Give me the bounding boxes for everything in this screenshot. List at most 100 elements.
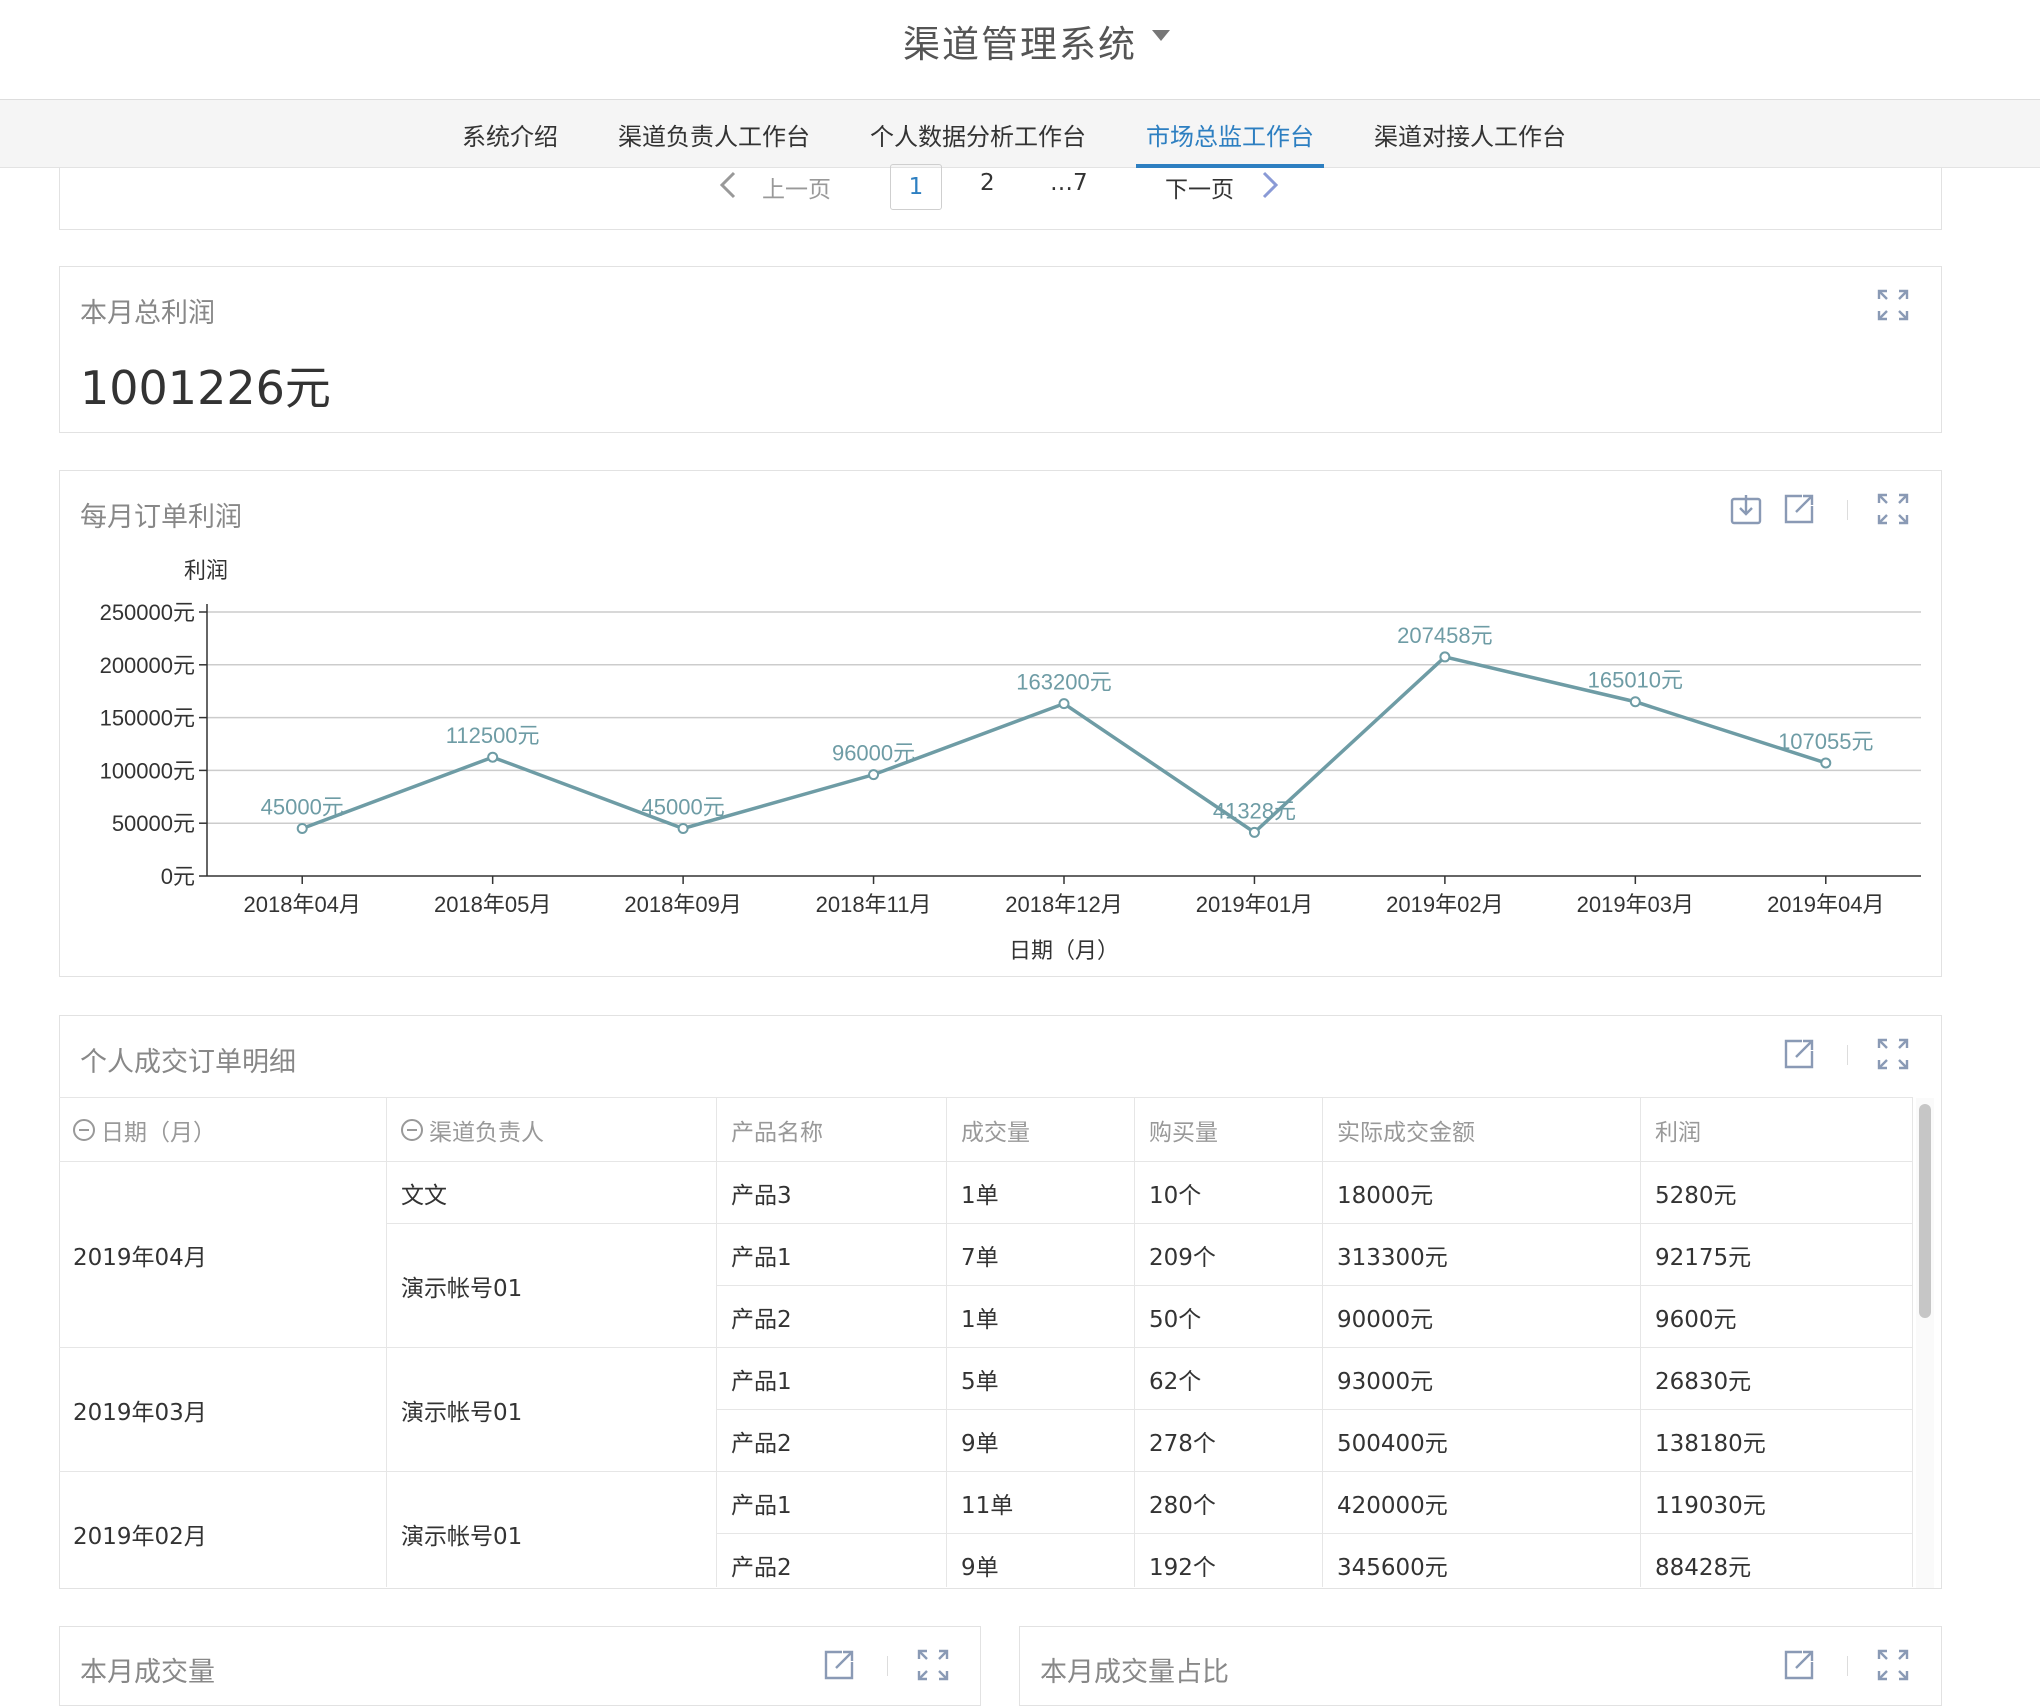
x-tick-label: 2018年05月 [434,892,551,917]
collapse-icon[interactable] [401,1118,423,1141]
prev-page-button[interactable]: 上一页 [762,170,831,204]
x-tick-label: 2018年04月 [244,892,361,917]
tab-channel-owner[interactable]: 渠道负责人工作台 [618,100,810,168]
pagination-card [59,168,1942,230]
tab-personal-analysis[interactable]: 个人数据分析工作台 [870,100,1086,168]
table-cell: 119030元 [1641,1472,1913,1534]
table-header-cell[interactable]: 日期（月） [59,1098,387,1162]
nav-bar: 系统介绍 渠道负责人工作台 个人数据分析工作台 市场总监工作台 渠道对接人工作台 [0,100,2040,168]
monthly-share-title: 本月成交量占比 [1040,1657,1229,1688]
collapse-icon[interactable] [73,1118,95,1141]
table-owner-cell: 演示帐号01 [387,1224,717,1348]
table-cell: 313300元 [1323,1224,1641,1286]
open-external-icon[interactable] [822,1648,856,1682]
tab-channel-contact[interactable]: 渠道对接人工作台 [1374,100,1566,168]
table-header-cell[interactable]: 渠道负责人 [387,1098,717,1162]
cell-value: 88428元 [1655,1554,1752,1581]
cell-value: 93000元 [1337,1368,1434,1395]
data-label: 163200元 [1016,670,1111,695]
cell-value: 产品2 [731,1554,792,1581]
table-cell: 62个 [1135,1348,1323,1410]
date-value: 2019年03月 [73,1399,207,1426]
y-tick-label: 0元 [161,864,195,889]
caret-down-icon[interactable] [1152,30,1170,41]
page-ellipsis-button[interactable]: …7 [1050,170,1088,196]
table-header-cell: 产品名称 [717,1098,947,1162]
table-cell: 26830元 [1641,1348,1913,1410]
profit-card-title: 本月总利润 [80,298,215,329]
order-detail-table: 日期（月） 渠道负责人 产品名称 成交量 购买量 实际成交金额 利润 2019年04月 文文 产品… [59,1097,1913,1587]
table-cell: 280个 [1135,1472,1323,1534]
toolbar-separator [1847,1656,1848,1676]
page-2-button[interactable]: 2 [980,170,995,196]
cell-value: 1单 [961,1182,999,1209]
table-cell: 209个 [1135,1224,1323,1286]
x-tick-label: 2019年04月 [1767,892,1884,917]
toolbar-separator [887,1656,888,1676]
table-header-label: 利润 [1655,1119,1701,1146]
profit-card [59,266,1942,433]
table-header-label: 实际成交金额 [1337,1119,1475,1146]
data-label: 45000元 [642,794,725,819]
chevron-right-icon[interactable] [1258,170,1282,200]
next-page-button[interactable]: 下一页 [1165,170,1234,204]
cell-value: 345600元 [1337,1554,1448,1581]
table-header-label: 成交量 [961,1119,1030,1146]
fullscreen-icon[interactable] [1876,1648,1910,1682]
cell-value: 产品1 [731,1368,792,1395]
open-external-icon[interactable] [1782,492,1816,526]
table-header-cell: 成交量 [947,1098,1135,1162]
cell-value: 9单 [961,1430,999,1457]
cell-value: 92175元 [1655,1244,1752,1271]
data-point [868,769,880,781]
tab-marketing-director[interactable]: 市场总监工作台 [1136,100,1324,168]
x-axis-title: 日期（月） [1009,938,1119,963]
cell-value: 50个 [1149,1306,1202,1333]
table-date-cell: 2019年04月 [59,1162,387,1348]
x-tick-label: 2019年01月 [1196,892,1313,917]
cell-value: 420000元 [1337,1492,1448,1519]
table-header-label: 日期（月） [101,1119,216,1146]
open-external-icon[interactable] [1782,1037,1816,1071]
table-scrollbar-thumb[interactable] [1919,1104,1931,1318]
data-point [296,822,308,834]
data-label: 45000元 [261,794,344,819]
fullscreen-icon[interactable] [1876,1037,1910,1071]
cell-value: 产品2 [731,1430,792,1457]
table-cell: 138180元 [1641,1410,1913,1472]
data-point [1058,698,1070,710]
data-label: 112500元 [446,723,540,748]
app-title[interactable]: 渠道管理系统 [0,14,2040,68]
cell-value: 9单 [961,1554,999,1581]
toolbar-separator [1847,500,1848,520]
y-tick-label: 150000元 [100,706,195,731]
table-header-cell: 实际成交金额 [1323,1098,1641,1162]
table-card-title: 个人成交订单明细 [80,1047,296,1078]
fullscreen-icon[interactable] [916,1648,950,1682]
table-owner-cell: 演示帐号01 [387,1348,717,1472]
cell-value: 9600元 [1655,1306,1737,1333]
page-1-button[interactable]: 1 [890,164,942,210]
table-cell: 1单 [947,1162,1135,1224]
table-cell: 93000元 [1323,1348,1641,1410]
fullscreen-icon[interactable] [1876,288,1910,322]
table-header-label: 购买量 [1149,1119,1218,1146]
table-cell: 90000元 [1323,1286,1641,1348]
cell-value: 313300元 [1337,1244,1448,1271]
open-external-icon[interactable] [1782,1648,1816,1682]
cell-value: 119030元 [1655,1492,1766,1519]
table-cell: 5280元 [1641,1162,1913,1224]
chevron-left-icon[interactable] [716,170,740,200]
fullscreen-icon[interactable] [1876,492,1910,526]
data-point [487,751,499,763]
cell-value: 138180元 [1655,1430,1766,1457]
table-cell: 9单 [947,1534,1135,1587]
download-icon[interactable] [1729,492,1763,526]
y-tick-label: 100000元 [100,758,195,783]
x-tick-label: 2018年09月 [624,892,741,917]
cell-value: 90000元 [1337,1306,1434,1333]
table-cell: 50个 [1135,1286,1323,1348]
table-cell: 产品1 [717,1348,947,1410]
tab-system-intro[interactable]: 系统介绍 [462,100,558,168]
table-cell: 10个 [1135,1162,1323,1224]
